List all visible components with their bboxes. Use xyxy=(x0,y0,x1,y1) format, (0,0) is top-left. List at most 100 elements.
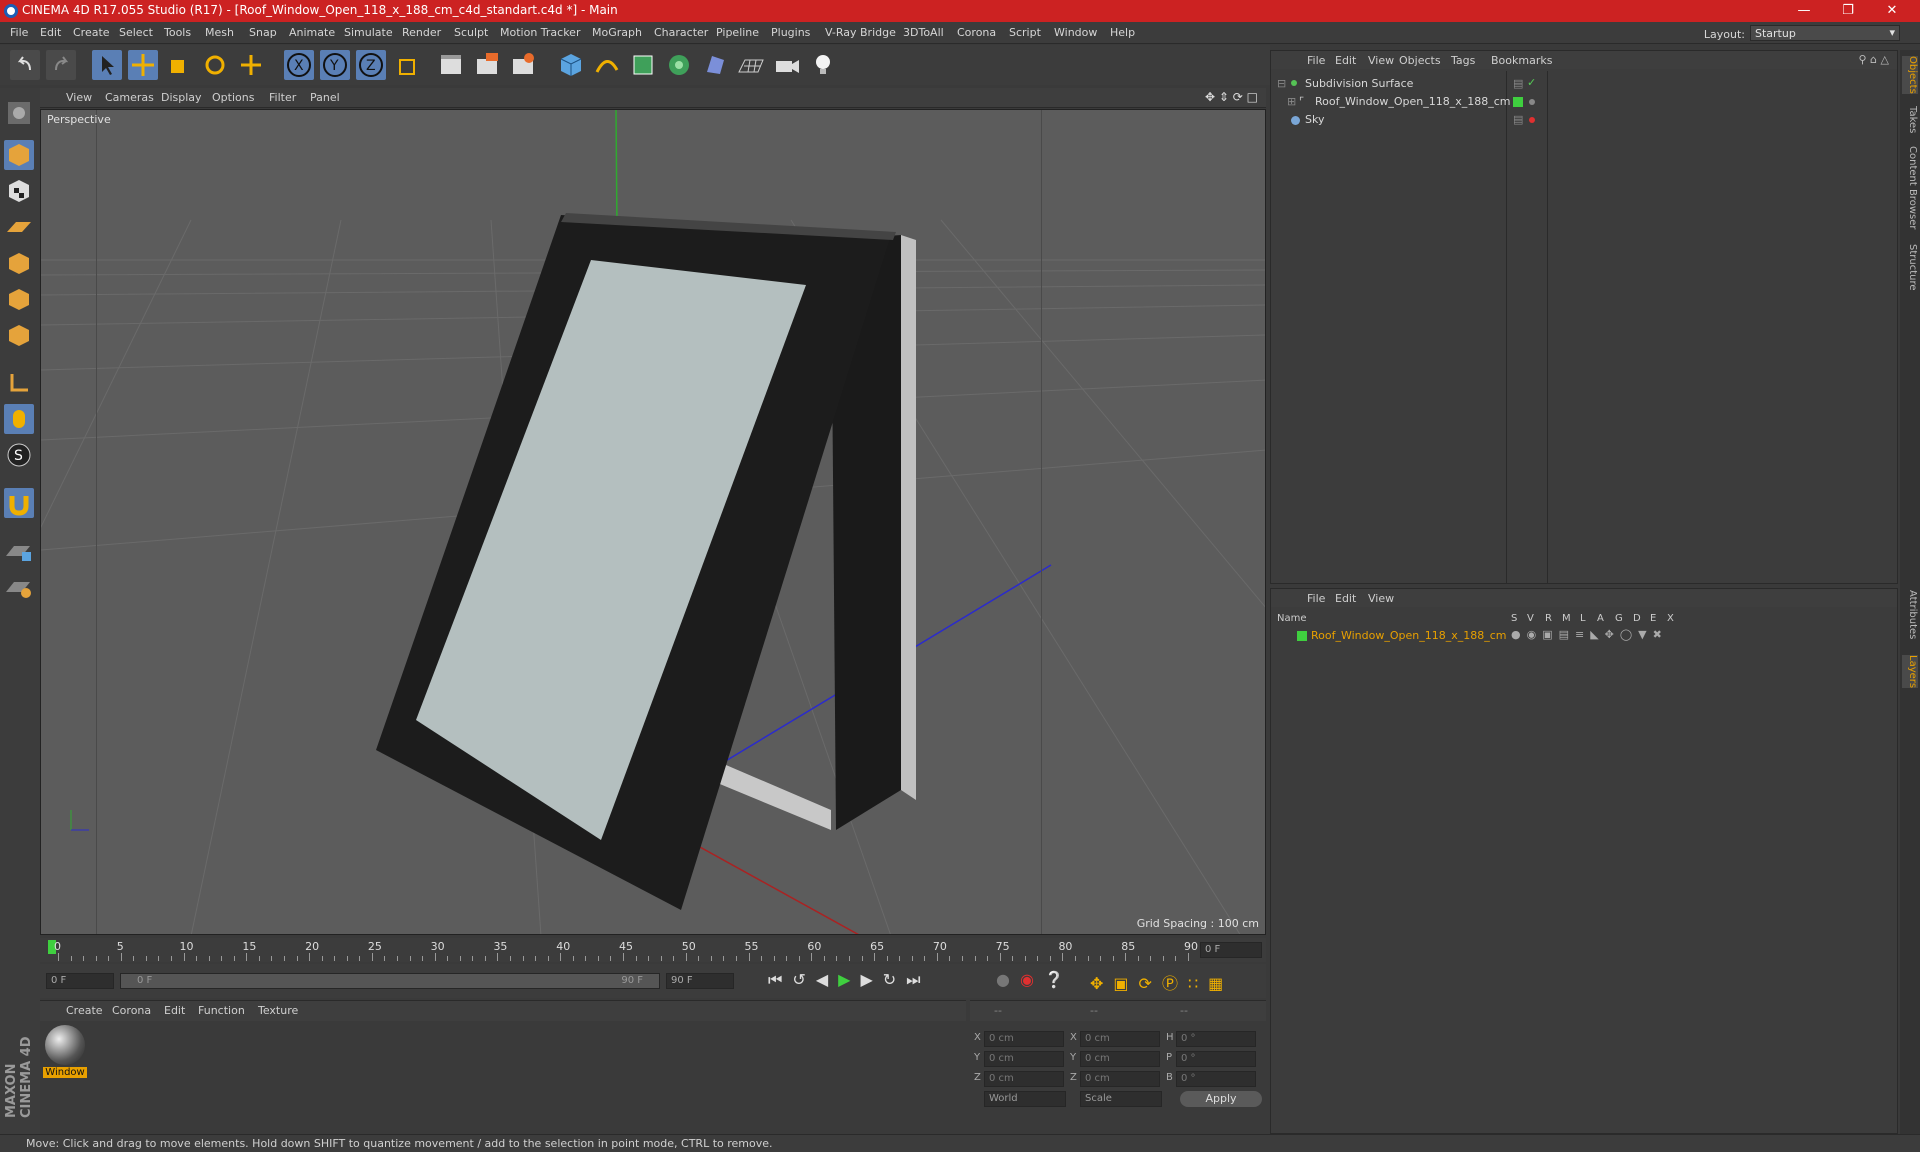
menu-plugins[interactable]: Plugins xyxy=(771,26,810,39)
tab-takes[interactable]: Takes xyxy=(1902,106,1918,133)
tab-content-browser[interactable]: Content Browser xyxy=(1902,146,1918,229)
layer-color-swatch[interactable] xyxy=(1297,631,1307,641)
play-icon[interactable]: ▶ xyxy=(838,970,860,989)
model-mode-button[interactable] xyxy=(4,140,34,170)
layer-toggle-icons[interactable]: ●◉▣▤≡◣✥◯▼✖ xyxy=(1511,628,1668,641)
live-select-button[interactable] xyxy=(236,50,266,80)
menu-window[interactable]: Window xyxy=(1054,26,1097,39)
tab-layers[interactable]: Layers xyxy=(1902,655,1918,689)
menu-3dtoall[interactable]: 3DToAll xyxy=(903,26,944,39)
goto-end-icon[interactable]: ⏭ xyxy=(906,970,930,989)
visibility-dot-icon[interactable] xyxy=(1529,99,1535,105)
viewport-menu-panel[interactable]: Panel xyxy=(310,91,340,104)
layout-dropdown[interactable]: Startup ▾ xyxy=(1750,25,1900,41)
coord-value-field[interactable]: 0 ° xyxy=(1176,1051,1256,1067)
object-menu-bookmarks[interactable]: Bookmarks xyxy=(1491,54,1552,67)
menu-character[interactable]: Character xyxy=(654,26,708,39)
3d-viewport[interactable]: Perspective Grid Spacing : 100 cm xyxy=(40,109,1266,935)
menu-animate[interactable]: Animate xyxy=(289,26,335,39)
menu-edit[interactable]: Edit xyxy=(40,26,61,39)
undo-button[interactable] xyxy=(10,50,40,80)
make-editable-button[interactable] xyxy=(4,98,34,128)
light-button[interactable] xyxy=(808,50,838,80)
object-menu-tags[interactable]: Tags xyxy=(1451,54,1475,67)
goto-start-icon[interactable]: ⏮ xyxy=(768,970,792,989)
render-dot-icon[interactable] xyxy=(1529,117,1535,123)
scale-tool-button[interactable] xyxy=(164,50,194,80)
autokey-icon[interactable]: ❔ xyxy=(1044,970,1074,989)
redo-button[interactable] xyxy=(46,50,76,80)
lock-workplane-button[interactable] xyxy=(4,536,34,566)
planar-workplane-button[interactable] xyxy=(4,572,34,602)
render-picture-viewer-button[interactable] xyxy=(472,50,502,80)
viewport-nav-icons[interactable]: ✥ ⇕ ⟳ □ xyxy=(1205,90,1258,104)
tab-objects[interactable]: Objects xyxy=(1902,56,1918,94)
world-dropdown[interactable]: World xyxy=(984,1091,1066,1107)
tweak-mode-button[interactable] xyxy=(4,404,34,434)
coord-value-field[interactable]: 0 cm xyxy=(984,1051,1064,1067)
layer-menu-edit[interactable]: Edit xyxy=(1335,592,1356,605)
key-param-icon[interactable]: Ⓟ xyxy=(1162,974,1188,993)
object-name[interactable]: Sky xyxy=(1305,113,1324,126)
object-row[interactable]: ⊟ Subdivision Surface ▤ ✓ xyxy=(1271,75,1897,93)
step-forward-icon[interactable]: ▶ xyxy=(860,970,882,989)
menu-file[interactable]: File xyxy=(10,26,28,39)
object-menu-file[interactable]: File xyxy=(1307,54,1325,67)
x-axis-button[interactable]: X xyxy=(284,50,314,80)
material-menu-corona[interactable]: Corona xyxy=(112,1004,151,1017)
pen-spline-button[interactable] xyxy=(592,50,622,80)
prev-key-icon[interactable]: ↺ xyxy=(792,970,815,989)
menu-snap[interactable]: Snap xyxy=(249,26,277,39)
restore-icon[interactable]: ❐ xyxy=(1826,0,1870,22)
move-tool-button[interactable] xyxy=(128,50,158,80)
object-name[interactable]: Roof_Window_Open_118_x_188_cm xyxy=(1315,95,1511,108)
material-menu-edit[interactable]: Edit xyxy=(164,1004,185,1017)
material-swatch[interactable]: Window xyxy=(43,1025,87,1083)
tree-collapse-icon[interactable]: ⊟ xyxy=(1277,77,1286,90)
menu-mesh[interactable]: Mesh xyxy=(205,26,234,39)
workplane-mode-button[interactable] xyxy=(4,212,34,242)
viewport-menu-cameras[interactable]: Cameras xyxy=(105,91,154,104)
key-rotation-icon[interactable]: ⟳ xyxy=(1139,974,1162,993)
menu-tools[interactable]: Tools xyxy=(164,26,191,39)
menu-corona[interactable]: Corona xyxy=(957,26,996,39)
end-frame-field[interactable]: 90 F xyxy=(666,973,734,989)
cloner-button[interactable] xyxy=(664,50,694,80)
material-menu-texture[interactable]: Texture xyxy=(258,1004,298,1017)
polygons-mode-button[interactable] xyxy=(4,320,34,350)
next-key-icon[interactable]: ↻ xyxy=(883,970,906,989)
axis-mode-button[interactable] xyxy=(4,368,34,398)
material-menu-create[interactable]: Create xyxy=(66,1004,103,1017)
viewport-menu-filter[interactable]: Filter xyxy=(269,91,296,104)
coord-value-field[interactable]: 0 cm xyxy=(1080,1071,1160,1087)
tab-attributes[interactable]: Attributes xyxy=(1902,590,1918,639)
layer-name[interactable]: Roof_Window_Open_118_x_188_cm xyxy=(1311,629,1507,642)
object-row[interactable]: ⊞ ⌜ Roof_Window_Open_118_x_188_cm xyxy=(1271,93,1897,111)
apply-button[interactable]: Apply xyxy=(1180,1091,1262,1107)
enabled-check-icon[interactable]: ✓ xyxy=(1527,76,1536,89)
solo-button[interactable]: S xyxy=(4,440,34,470)
coordinate-system-button[interactable] xyxy=(392,50,422,80)
layer-row[interactable]: Roof_Window_Open_118_x_188_cm ●◉▣▤≡◣✥◯▼✖ xyxy=(1271,627,1897,645)
edges-mode-button[interactable] xyxy=(4,284,34,314)
camera-button[interactable] xyxy=(772,50,802,80)
viewport-menu-display[interactable]: Display xyxy=(161,91,202,104)
snap-button[interactable] xyxy=(4,488,34,518)
rotate-tool-button[interactable] xyxy=(200,50,230,80)
key-icon[interactable]: ● xyxy=(996,970,1020,989)
material-menu-function[interactable]: Function xyxy=(198,1004,245,1017)
start-frame-field[interactable]: 0 F xyxy=(46,973,114,989)
object-menu-objects[interactable]: Objects xyxy=(1399,54,1441,67)
current-frame-field[interactable]: 0 F xyxy=(1200,942,1262,958)
close-icon[interactable]: ✕ xyxy=(1870,0,1914,22)
points-mode-button[interactable] xyxy=(4,248,34,278)
viewport-menu-view[interactable]: View xyxy=(66,91,92,104)
menu-create[interactable]: Create xyxy=(73,26,110,39)
object-menu-edit[interactable]: Edit xyxy=(1335,54,1356,67)
layer-menu-view[interactable]: View xyxy=(1368,592,1394,605)
menu-script[interactable]: Script xyxy=(1009,26,1041,39)
coord-value-field[interactable]: 0 cm xyxy=(984,1071,1064,1087)
viewport-menu-options[interactable]: Options xyxy=(212,91,254,104)
visibility-icon[interactable]: ▤ xyxy=(1513,77,1523,90)
key-pla-icon[interactable]: ∷ xyxy=(1188,974,1208,993)
